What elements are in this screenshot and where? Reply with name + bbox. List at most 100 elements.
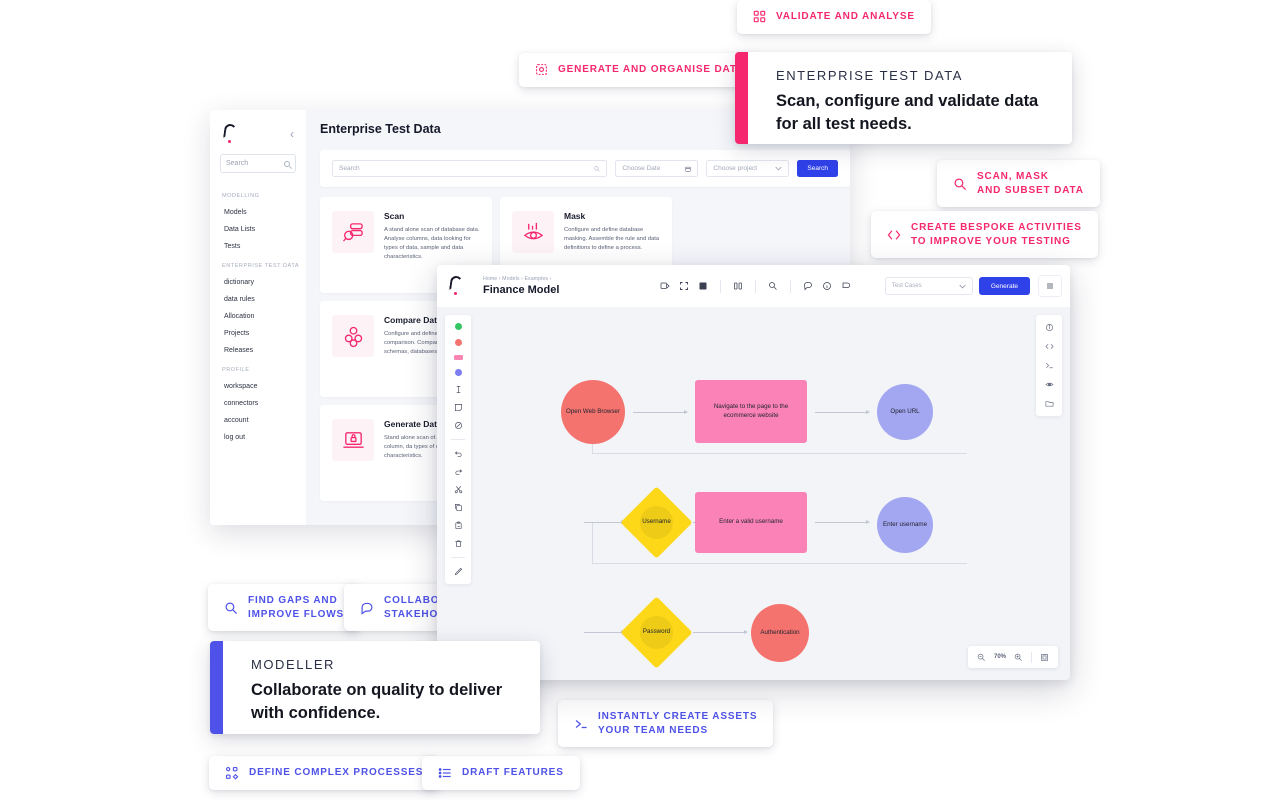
page-root: ‹ Search MODELLING Models Data Lists Tes… xyxy=(0,0,1280,800)
etd-project-placeholder: Choose project xyxy=(713,165,758,172)
flow-arrow xyxy=(693,630,748,634)
link-icon[interactable] xyxy=(454,421,463,430)
etd-search-button[interactable]: Search xyxy=(797,160,838,177)
sidebar-item-connectors[interactable]: connectors xyxy=(210,395,306,412)
etd-date-input[interactable]: Choose Date xyxy=(615,160,699,177)
sticky-note-icon[interactable] xyxy=(454,403,463,412)
pill-validate-and-analyse[interactable]: VALIDATE AND ANALYSE xyxy=(737,0,931,34)
columns-icon[interactable] xyxy=(733,281,743,291)
swatch-green-icon[interactable] xyxy=(454,323,462,330)
scissors-icon[interactable] xyxy=(454,485,463,494)
terminal-icon[interactable] xyxy=(1045,361,1054,370)
node-label: Username xyxy=(642,518,671,525)
sidebar-collapse-icon[interactable]: ‹ xyxy=(290,128,294,140)
curiosity-logo-icon xyxy=(223,123,238,144)
hamburger-menu-icon[interactable] xyxy=(1038,275,1062,297)
sidebar-item-account[interactable]: account xyxy=(210,412,306,429)
link-badge-icon[interactable] xyxy=(768,281,778,291)
pill-draft-features[interactable]: DRAFT FEATURES xyxy=(422,756,580,790)
sidebar-item-allocation[interactable]: Allocation xyxy=(210,308,306,325)
shapes-icon[interactable] xyxy=(660,281,670,291)
pill-create-bespoke-activities[interactable]: CREATE BESPOKE ACTIVITIES TO IMPROVE YOU… xyxy=(871,211,1098,258)
swatch-red-icon[interactable] xyxy=(454,339,462,346)
etd-search-input[interactable]: Search xyxy=(332,160,608,177)
info-icon[interactable] xyxy=(1045,323,1054,332)
text-cursor-icon[interactable] xyxy=(454,385,463,394)
flow-node-username[interactable]: Username xyxy=(620,486,693,559)
card-title: Scan xyxy=(384,211,405,221)
flow-arrow xyxy=(584,520,625,524)
pen-icon[interactable] xyxy=(454,567,463,576)
pill-generate-and-organise-data[interactable]: GENERATE AND ORGANISE DATA xyxy=(519,53,761,87)
flow-node-navigate-to-page[interactable]: Navigate to the page to the ecommerce we… xyxy=(695,380,807,443)
laptop-lock-icon xyxy=(332,419,374,461)
sidebar-item-models[interactable]: Models xyxy=(210,204,306,221)
grid-icon[interactable] xyxy=(698,281,708,291)
calendar-icon xyxy=(685,166,692,172)
flow-arrow xyxy=(815,410,870,414)
pill-define-complex-processes[interactable]: DEFINE COMPLEX PROCESSES xyxy=(209,756,440,790)
sidebar-item-dictionary[interactable]: dictionary xyxy=(210,274,306,291)
sidebar-item-log-out[interactable]: log out xyxy=(210,429,306,446)
nodes-graph-icon xyxy=(225,766,239,780)
pill-find-gaps-improve-flows[interactable]: FIND GAPS AND IMPROVE FLOWS xyxy=(208,584,361,631)
pill-label: DEFINE COMPLEX PROCESSES xyxy=(249,767,424,779)
breadcrumb[interactable]: Home › Models › Examples › xyxy=(483,276,627,282)
etd-sidebar: ‹ Search MODELLING Models Data Lists Tes… xyxy=(210,110,306,525)
toolbar-divider xyxy=(755,279,757,293)
paste-icon[interactable] xyxy=(454,521,463,530)
sidebar-item-data-rules[interactable]: data rules xyxy=(210,291,306,308)
trash-icon[interactable] xyxy=(454,539,463,548)
card-headline: Collaborate on quality to deliver with c… xyxy=(251,681,503,723)
swatch-pink-icon[interactable] xyxy=(453,355,463,360)
folder-icon[interactable] xyxy=(1045,399,1054,408)
etd-project-select[interactable]: Choose project xyxy=(706,160,790,177)
eye-icon[interactable] xyxy=(1044,380,1054,389)
node-label: Enter a valid username xyxy=(719,518,783,525)
sidebar-item-projects[interactable]: Projects xyxy=(210,325,306,342)
chat-bubble-icon xyxy=(360,601,374,615)
grid-squares-icon xyxy=(753,10,766,23)
chevron-down-icon xyxy=(959,284,966,288)
zoom-level: 70% xyxy=(993,654,1006,660)
flow-arrow xyxy=(815,520,870,524)
info-circle-icon[interactable] xyxy=(822,281,832,291)
flag-icon[interactable] xyxy=(841,281,851,291)
flow-node-password[interactable]: Password xyxy=(620,596,693,669)
search-icon xyxy=(594,165,601,172)
etd-search-placeholder: Search xyxy=(339,165,360,172)
pill-label: SCAN, MASK AND SUBSET DATA xyxy=(977,171,1084,196)
fullscreen-icon[interactable] xyxy=(679,281,689,291)
copy-icon[interactable] xyxy=(454,503,463,512)
pill-instantly-create-assets[interactable]: INSTANTLY CREATE ASSETS YOUR TEAM NEEDS xyxy=(558,700,774,747)
pill-label: FIND GAPS AND IMPROVE FLOWS xyxy=(248,595,345,620)
flow-node-open-web-browser[interactable]: Open Web Browser xyxy=(561,380,625,444)
sidebar-item-tests[interactable]: Tests xyxy=(210,238,306,255)
sidebar-item-releases[interactable]: Releases xyxy=(210,342,306,359)
zoom-in-icon[interactable] xyxy=(1014,653,1023,662)
redo-icon[interactable] xyxy=(454,467,463,476)
pill-scan-mask-subset-data[interactable]: SCAN, MASK AND SUBSET DATA xyxy=(937,160,1100,207)
card-accent-bar xyxy=(735,52,748,144)
swatch-purple-icon[interactable] xyxy=(454,369,462,376)
zoom-divider xyxy=(1031,651,1032,663)
flow-node-enter-username[interactable]: Enter username xyxy=(877,497,933,553)
zoom-out-icon[interactable] xyxy=(977,653,986,662)
nav-group-label: PROFILE xyxy=(222,367,250,373)
node-label: Open URL xyxy=(890,407,920,415)
generate-button[interactable]: Generate xyxy=(978,277,1030,295)
flow-node-authentication[interactable]: Authentication xyxy=(751,604,809,662)
sidebar-item-workspace[interactable]: workspace xyxy=(210,378,306,395)
sidebar-search-input[interactable]: Search xyxy=(220,154,296,173)
flow-node-open-url[interactable]: Open URL xyxy=(877,384,933,440)
comment-icon[interactable] xyxy=(803,281,813,291)
flow-canvas[interactable]: Open Web Browser Navigate to the page to… xyxy=(481,307,1026,680)
flow-node-enter-valid-username[interactable]: Enter a valid username xyxy=(695,492,807,553)
test-cases-select[interactable]: Test Cases xyxy=(884,277,973,295)
code-icon[interactable] xyxy=(1044,342,1054,351)
fit-to-screen-icon[interactable] xyxy=(1040,653,1049,662)
undo-icon[interactable] xyxy=(454,449,463,458)
modeller-window: Home › Models › Examples › Finance Model… xyxy=(437,265,1070,680)
modeller-left-toolbar xyxy=(445,315,471,584)
sidebar-item-data-lists[interactable]: Data Lists xyxy=(210,221,306,238)
